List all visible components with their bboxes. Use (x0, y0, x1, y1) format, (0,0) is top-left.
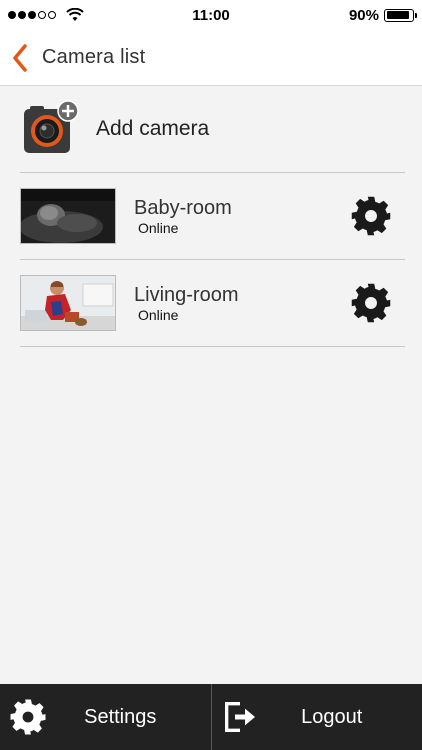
back-button[interactable] (0, 30, 40, 86)
camera-row-baby-room[interactable]: Baby-room Online (20, 173, 405, 260)
status-bar-left (8, 8, 84, 22)
camera-status: Online (138, 220, 179, 236)
battery-icon (384, 8, 417, 22)
camera-name: Baby-room (134, 197, 232, 219)
add-camera-icon (24, 100, 79, 153)
settings-label: Settings (84, 705, 157, 728)
chevron-left-icon (13, 43, 27, 72)
gear-icon[interactable] (349, 281, 393, 325)
camera-name: Living-room (134, 284, 239, 306)
status-bar-right: 90% (348, 6, 417, 24)
gear-icon[interactable] (349, 194, 393, 238)
add-camera-row[interactable]: Add camera (20, 86, 405, 173)
navigation-bar: Camera list (0, 30, 422, 86)
camera-thumbnail-baby-room[interactable] (20, 188, 116, 244)
camera-info: Living-room Online (134, 283, 349, 323)
settings-button[interactable]: Settings (0, 684, 212, 750)
page-title: Camera list (42, 46, 146, 68)
camera-row-living-room[interactable]: Living-room Online (20, 260, 405, 347)
add-camera-label: Add camera (96, 117, 210, 140)
baby-sleeping-image (21, 189, 115, 243)
bottom-toolbar: Settings Logout (0, 684, 422, 750)
battery-percent: 90% (348, 6, 379, 24)
camera-status: Online (138, 307, 179, 323)
logout-button[interactable]: Logout (212, 684, 422, 750)
camera-info: Baby-room Online (134, 196, 349, 236)
camera-thumbnail-living-room[interactable] (20, 275, 116, 331)
logout-label: Logout (301, 705, 363, 728)
wifi-icon (66, 8, 84, 21)
signal-strength-icon (8, 11, 56, 19)
status-bar: 11:00 90% (0, 0, 422, 30)
child-playing-image (21, 276, 115, 330)
battery-level-fill (386, 11, 409, 19)
